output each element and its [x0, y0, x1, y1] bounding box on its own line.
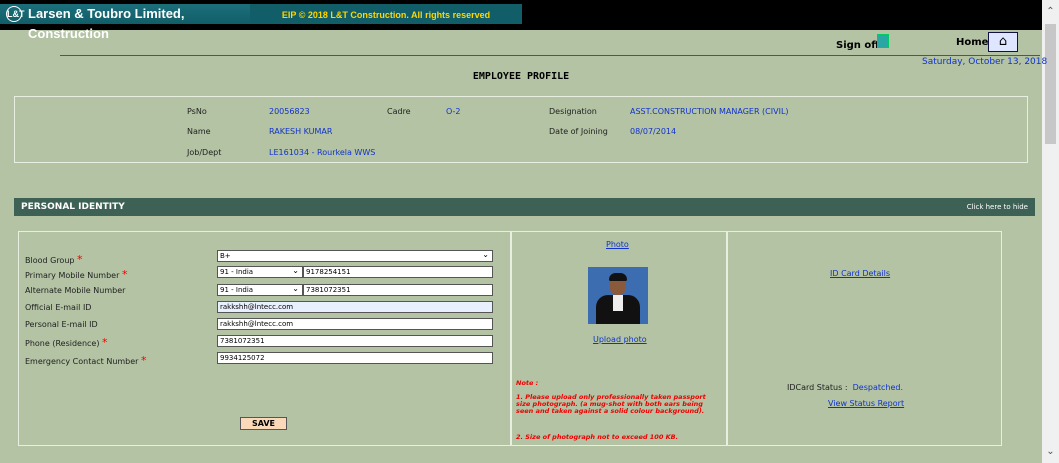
chevron-down-icon: ⌄ — [482, 250, 489, 259]
dept-value: LE161034 - Rourkela WWS — [269, 148, 376, 157]
alt-mobile-input[interactable]: 7381072351 — [303, 284, 493, 296]
home-link[interactable]: Home — [956, 37, 988, 48]
employee-photo — [588, 267, 648, 324]
designation-label: Designation — [549, 107, 597, 116]
scroll-up-icon[interactable]: ⌃ — [1042, 3, 1059, 20]
blood-group-select[interactable]: B+ ⌄ — [217, 250, 493, 262]
personal-email-label: Personal E-mail ID — [25, 320, 98, 329]
emergency-label: Emergency Contact Number * — [25, 354, 147, 367]
doj-label: Date of Joining — [549, 127, 608, 136]
photo-link[interactable]: Photo — [606, 240, 629, 249]
copyright-text: EIP © 2018 L&T Construction. All rights … — [250, 4, 522, 24]
hide-section-link[interactable]: Click here to hide — [967, 203, 1028, 211]
save-button[interactable]: SAVE — [240, 417, 287, 430]
alt-mobile-label: Alternate Mobile Number — [25, 286, 126, 295]
employee-info-box — [14, 96, 1028, 163]
door-icon[interactable] — [877, 34, 889, 48]
cadre-label: Cadre — [387, 107, 411, 116]
sign-off-link[interactable]: Sign off — [836, 40, 879, 51]
home-icon[interactable]: ⌂ — [988, 32, 1018, 52]
primary-country-code-select[interactable]: 91 - India ⌄ — [217, 266, 303, 278]
top-bar: L&T Larsen & Toubro Limited, Constructio… — [0, 0, 1042, 41]
phone-input[interactable]: 7381072351 — [217, 335, 493, 347]
dept-label: Job/Dept — [187, 148, 222, 157]
primary-mobile-input[interactable]: 9178254151 — [303, 266, 493, 278]
scroll-thumb[interactable] — [1045, 24, 1056, 144]
primary-mobile-label: Primary Mobile Number * — [25, 268, 128, 281]
psno-value: 20056823 — [269, 107, 310, 116]
note-2: 2. Size of photograph not to exceed 100 … — [516, 433, 679, 441]
current-date: Saturday, October 13, 2018 — [922, 57, 1048, 67]
designation-value: ASST.CONSTRUCTION MANAGER (CIVIL) — [630, 107, 789, 116]
vertical-scrollbar[interactable]: ⌃ ⌄ — [1042, 0, 1059, 463]
id-card-status: IDCard Status : Despatched. — [787, 383, 903, 392]
scroll-down-icon[interactable]: ⌄ — [1042, 443, 1059, 460]
lt-logo-icon: L&T — [6, 6, 25, 22]
phone-label: Phone (Residence) * — [25, 336, 108, 349]
psno-label: PsNo — [187, 107, 207, 116]
official-email-label: Official E-mail ID — [25, 303, 92, 312]
view-status-report-link[interactable]: View Status Report — [828, 399, 904, 408]
note-1: 1. Please upload only professionally tak… — [516, 393, 706, 415]
id-card-status-value: Despatched. — [852, 383, 903, 392]
id-card-panel — [727, 231, 1002, 446]
section-header: PERSONAL IDENTITY Click here to hide — [14, 198, 1035, 216]
company-name: Larsen & Toubro Limited, Construction — [28, 6, 185, 41]
section-title: PERSONAL IDENTITY — [21, 202, 125, 212]
official-email-field[interactable]: rakkshh@lntecc.com — [217, 301, 493, 313]
doj-value: 08/07/2014 — [630, 127, 677, 136]
cadre-value: O-2 — [446, 107, 461, 116]
emergency-input[interactable]: 9934125072 — [217, 352, 493, 364]
blood-group-label: Blood Group * — [25, 253, 83, 266]
name-label: Name — [187, 127, 211, 136]
brand-banner: L&T Larsen & Toubro Limited, Constructio… — [0, 4, 250, 41]
page-title: EMPLOYEE PROFILE — [472, 71, 570, 82]
id-card-details-link[interactable]: ID Card Details — [830, 269, 890, 278]
chevron-down-icon: ⌄ — [292, 284, 299, 293]
divider — [60, 55, 1040, 56]
name-value: RAKESH KUMAR — [269, 127, 333, 136]
note-title: Note : — [516, 379, 539, 387]
chevron-down-icon: ⌄ — [292, 266, 299, 275]
upload-photo-link[interactable]: Upload photo — [593, 335, 647, 344]
alt-country-code-select[interactable]: 91 - India ⌄ — [217, 284, 303, 296]
personal-email-input[interactable]: rakkshh@lntecc.com — [217, 318, 493, 330]
